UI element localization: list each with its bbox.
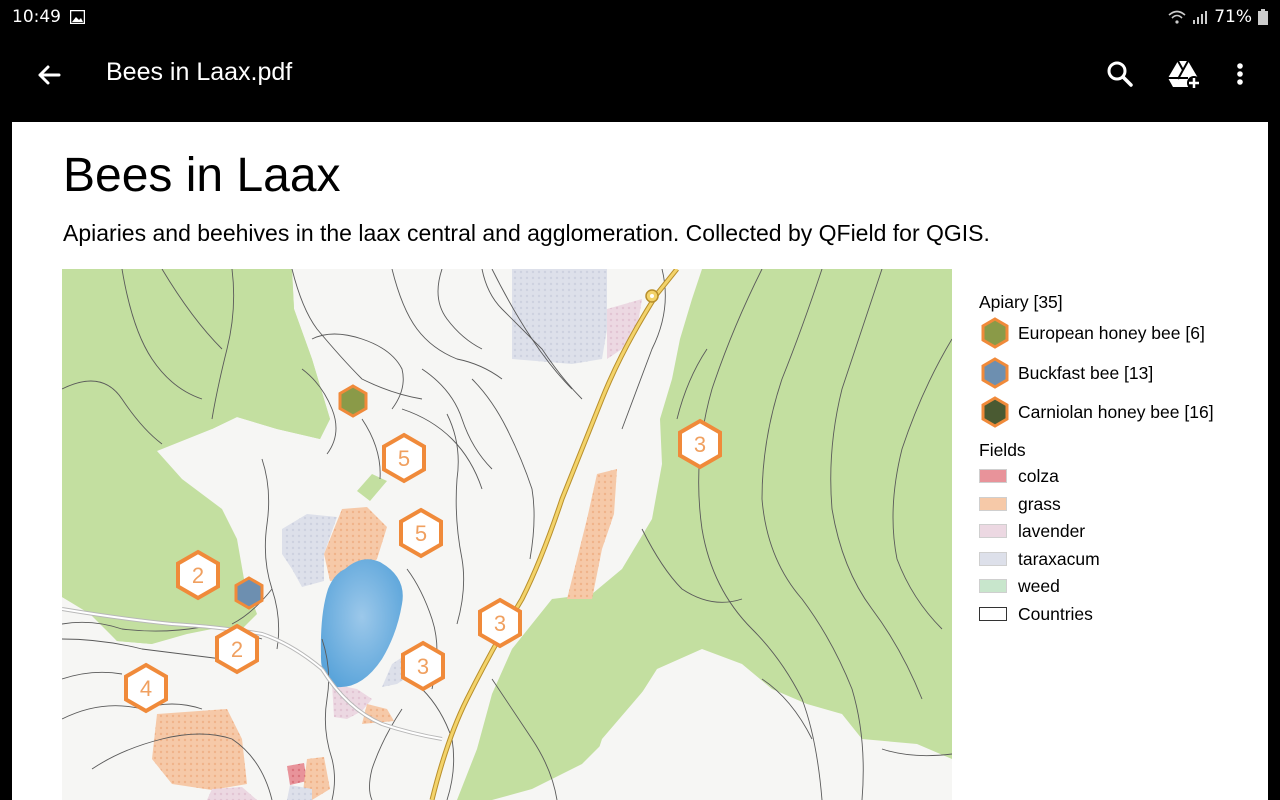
legend-item-weed: weed: [979, 573, 1060, 599]
legend-label: European honey bee [6]: [1018, 322, 1205, 343]
status-icons: 71%: [1168, 7, 1268, 27]
map: 5 5 2 2 4 3 3 3: [62, 269, 952, 800]
legend-item-carniolan-honey-bee: Carniolan honey bee [16]: [979, 396, 1214, 428]
cluster-marker[interactable]: 2: [215, 623, 259, 675]
cluster-marker[interactable]: 3: [678, 418, 722, 470]
more-options-icon[interactable]: [1228, 58, 1252, 90]
gallery-notification-icon: [70, 10, 85, 24]
page-title: Bees in Laax: [63, 149, 341, 202]
taraxacum-swatch: [979, 552, 1007, 566]
wifi-icon: [1168, 10, 1186, 24]
grass-swatch: [979, 497, 1007, 511]
status-time: 10:49: [12, 7, 61, 27]
legend-label: weed: [1018, 575, 1060, 596]
cluster-count: 2: [192, 563, 204, 588]
cluster-count: 3: [694, 432, 706, 457]
weed-swatch: [979, 579, 1007, 593]
search-icon[interactable]: [1104, 58, 1136, 90]
countries-swatch: [979, 607, 1007, 621]
back-arrow-icon[interactable]: [32, 58, 66, 92]
battery-icon: [1258, 9, 1268, 25]
legend-label: taraxacum: [1018, 548, 1100, 569]
cluster-marker[interactable]: 3: [478, 597, 522, 649]
legend-item-countries: Countries: [979, 601, 1093, 627]
legend-item-lavender: lavender: [979, 518, 1085, 544]
legend-label: colza: [1018, 465, 1059, 486]
cluster-count: 5: [415, 521, 427, 546]
cluster-count: 5: [398, 446, 410, 471]
legend-label: Carniolan honey bee [16]: [1018, 401, 1214, 422]
legend-item-european-honey-bee: European honey bee [6]: [979, 317, 1205, 349]
cluster-marker[interactable]: 5: [382, 432, 426, 484]
legend-item-colza: colza: [979, 463, 1059, 489]
cluster-count: 2: [231, 637, 243, 662]
hexagon-carniolan-icon: [981, 396, 1009, 428]
cluster-count: 3: [494, 611, 506, 636]
cluster-marker[interactable]: 4: [124, 662, 168, 714]
battery-percent: 71%: [1214, 7, 1252, 27]
apiary-marker[interactable]: [338, 384, 368, 418]
hexagon-european-icon: [981, 317, 1009, 349]
legend-label: Countries: [1018, 603, 1093, 624]
legend-apiary-heading: Apiary [35]: [979, 292, 1063, 312]
cluster-marker[interactable]: 5: [399, 507, 443, 559]
pdf-page[interactable]: Bees in Laax Apiaries and beehives in th…: [12, 122, 1268, 800]
cluster-count: 4: [140, 676, 152, 701]
page-subtitle: Apiaries and beehives in the laax centra…: [63, 220, 990, 246]
cluster-marker[interactable]: 3: [401, 640, 445, 692]
document-file-title: Bees in Laax.pdf: [106, 58, 293, 86]
cluster-count: 3: [417, 654, 429, 679]
legend-fields-heading: Fields: [979, 440, 1026, 460]
status-bar: 10:49 71%: [0, 0, 1280, 34]
lavender-swatch: [979, 524, 1007, 538]
legend-item-taraxacum: taraxacum: [979, 546, 1100, 572]
legend-item-grass: grass: [979, 491, 1061, 517]
add-to-drive-icon[interactable]: [1166, 58, 1202, 90]
cluster-marker[interactable]: 2: [176, 549, 220, 601]
legend-label: lavender: [1018, 520, 1086, 541]
legend-item-buckfast-bee: Buckfast bee [13]: [979, 357, 1154, 389]
app-bar: Bees in Laax.pdf: [0, 34, 1280, 122]
hexagon-buckfast-icon: [981, 357, 1009, 389]
legend-label: grass: [1018, 493, 1061, 514]
colza-swatch: [979, 469, 1007, 483]
apiary-marker[interactable]: [234, 576, 264, 610]
signal-icon: [1193, 11, 1208, 24]
legend-label: Buckfast bee [13]: [1018, 362, 1154, 383]
